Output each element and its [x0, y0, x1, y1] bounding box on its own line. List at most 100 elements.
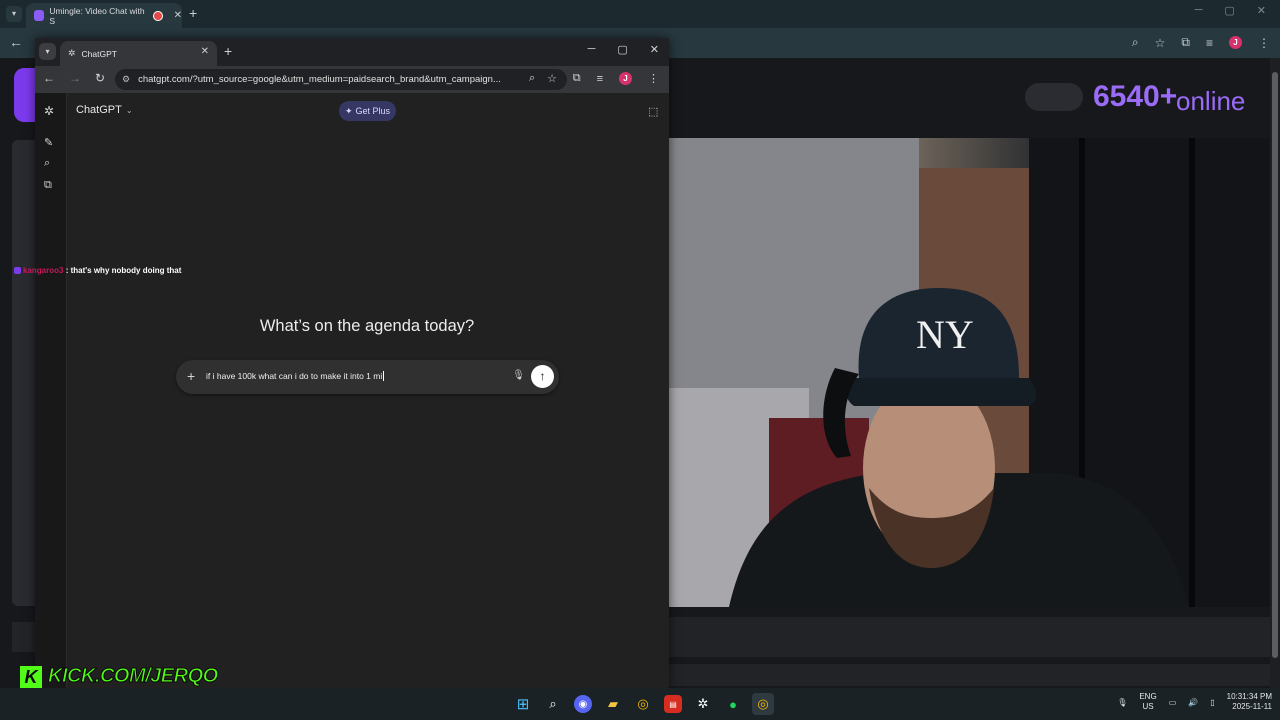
- tab-chatgpt-title: ChatGPT: [81, 48, 117, 59]
- get-plus-label: Get Plus: [355, 106, 391, 116]
- taskbar-apps: ⊞ ⌕ ◉ ▰ ◎ ▤ ✲ ● ◎: [512, 693, 774, 715]
- clock[interactable]: 10:31:34 PM 2025-11-11: [1227, 692, 1272, 712]
- spotify-icon[interactable]: ●: [722, 693, 744, 715]
- tab-umingle-title: Umingle: Video Chat with S: [49, 5, 145, 26]
- online-label: online: [1176, 86, 1246, 116]
- zoom-icon[interactable]: ⌕: [1132, 35, 1139, 50]
- recording-indicator-icon: [153, 10, 163, 21]
- left-control-panel: [12, 622, 36, 652]
- language-indicator[interactable]: ENG US: [1139, 692, 1156, 712]
- site-info-icon[interactable]: ⚙: [122, 74, 130, 85]
- chrome-active-icon[interactable]: ◎: [752, 693, 774, 715]
- system-tray: 🎙 ENG US ▭ 🔊 ▯ 10:31:34 PM 2025-11-11: [1117, 692, 1272, 712]
- streaming-app-icon[interactable]: ▤: [664, 695, 682, 713]
- volume-icon[interactable]: 🔊: [1188, 698, 1198, 707]
- tab-umingle[interactable]: Umingle: Video Chat with S ✕: [26, 3, 182, 28]
- language-line1: ENG: [1139, 692, 1157, 701]
- close-tab-icon[interactable]: ✕: [174, 10, 182, 21]
- svg-text:NY: NY: [916, 312, 974, 357]
- umingle-favicon-icon: [34, 10, 45, 21]
- chatgpt-browser-window: ▾ ✲ ChatGPT ✕ + ─ ▢ ✕ ← → ↻ ⚙ chatgpt.co…: [35, 38, 669, 688]
- model-selector[interactable]: ChatGPT ⌄: [76, 104, 133, 116]
- bookmark-star-icon[interactable]: ☆: [1155, 36, 1166, 50]
- language-line2: US: [1142, 702, 1154, 711]
- chrome-icon[interactable]: ◎: [632, 693, 654, 715]
- microphone-icon[interactable]: 🎙: [512, 370, 525, 381]
- windows-start-icon[interactable]: ⊞: [512, 693, 534, 715]
- background-toolbar-actions: ⌕ ☆ ⧉ ≡ J ⋮: [1132, 35, 1270, 50]
- back-arrow-icon[interactable]: ←: [43, 71, 55, 85]
- windows-taskbar: ⊞ ⌕ ◉ ▰ ◎ ▤ ✲ ● ◎ 🎙 ENG US ▭ 🔊 ▯ 10:31:3…: [0, 688, 1280, 720]
- new-chat-icon[interactable]: ✎: [44, 136, 53, 149]
- temporary-chat-icon[interactable]: ⬚: [648, 105, 658, 118]
- file-explorer-icon[interactable]: ▰: [602, 693, 624, 715]
- address-bar[interactable]: ⚙ chatgpt.com/?utm_source=google&utm_med…: [115, 69, 567, 90]
- chatgpt-tab-bar: ▾ ✲ ChatGPT ✕ + ─ ▢ ✕: [35, 38, 669, 66]
- prompt-input[interactable]: if i have 100k what can i do to make it …: [206, 371, 385, 381]
- webcam-video: NY: [669, 138, 1270, 607]
- prompt-input-text: if i have 100k what can i do to make it …: [206, 371, 383, 381]
- close-tab-icon[interactable]: ✕: [201, 46, 209, 57]
- umingle-logo[interactable]: [14, 68, 36, 122]
- stream-chat-message: kangaroo3 : that's why nobody doing that: [14, 266, 181, 275]
- tab-chatgpt[interactable]: ✲ ChatGPT ✕: [60, 41, 217, 66]
- minimize-icon[interactable]: ─: [588, 43, 596, 56]
- chatgpt-favicon-icon: ✲: [68, 48, 76, 58]
- address-bar-actions: ⌕ ☆: [529, 72, 557, 85]
- online-count: 6540+: [1093, 80, 1178, 113]
- background-window-controls: ─ ▢ ✕: [1195, 4, 1280, 17]
- mode-toggle[interactable]: [1025, 83, 1083, 111]
- search-icon[interactable]: ⌕: [44, 157, 50, 170]
- kick-channel-name: KICK.COM/JERQO: [48, 665, 219, 688]
- send-button[interactable]: ↑: [531, 365, 554, 388]
- minimize-icon[interactable]: ─: [1195, 4, 1203, 17]
- address-bar-url: chatgpt.com/?utm_source=google&utm_mediu…: [138, 74, 501, 85]
- zoom-icon[interactable]: ⌕: [529, 72, 535, 85]
- discord-icon[interactable]: ◉: [574, 695, 592, 713]
- network-icon[interactable]: ▭: [1169, 698, 1177, 707]
- profile-avatar[interactable]: J: [1229, 36, 1242, 49]
- reload-icon[interactable]: ↻: [95, 71, 105, 85]
- media-controls-icon[interactable]: ≡: [1206, 36, 1213, 50]
- clock-date: 2025-11-11: [1232, 702, 1272, 711]
- tab-search-dropdown-icon[interactable]: ▾: [39, 43, 56, 60]
- forward-arrow-icon[interactable]: →: [69, 71, 81, 85]
- scrollbar-thumb[interactable]: [1272, 72, 1278, 658]
- bookmark-star-icon[interactable]: ☆: [547, 72, 557, 85]
- webcam-scene: NY: [669, 138, 1270, 607]
- library-icon[interactable]: ⧉: [44, 179, 52, 192]
- text-chat-bar: [669, 664, 1270, 686]
- maximize-icon[interactable]: ▢: [617, 43, 627, 56]
- tab-search-dropdown-icon[interactable]: ▾: [6, 6, 22, 22]
- page-scrollbar[interactable]: [1270, 58, 1280, 688]
- chat-username: kangaroo3: [23, 266, 64, 275]
- chat-badge-icon: [14, 267, 21, 274]
- openai-app-icon[interactable]: ✲: [692, 693, 714, 715]
- menu-kebab-icon[interactable]: ⋮: [648, 72, 659, 85]
- chatgpt-toolbar: ← → ↻ ⚙ chatgpt.com/?utm_source=google&u…: [35, 66, 669, 93]
- get-plus-button[interactable]: ✦ Get Plus: [339, 101, 396, 121]
- close-window-icon[interactable]: ✕: [1257, 4, 1266, 17]
- profile-avatar[interactable]: J: [619, 72, 632, 85]
- chat-message-text: : that's why nobody doing that: [65, 266, 182, 275]
- prompt-composer[interactable]: + if i have 100k what can i do to make i…: [176, 360, 559, 394]
- text-caret: [383, 371, 385, 381]
- new-tab-icon[interactable]: +: [224, 43, 232, 59]
- battery-icon[interactable]: ▯: [1210, 698, 1214, 707]
- taskbar-search-icon[interactable]: ⌕: [542, 693, 564, 715]
- microphone-tray-icon[interactable]: 🎙: [1117, 698, 1127, 707]
- extensions-icon[interactable]: ⧉: [1181, 35, 1190, 50]
- extensions-icon[interactable]: ⧉: [573, 72, 581, 85]
- attach-plus-icon[interactable]: +: [187, 368, 195, 384]
- new-tab-icon[interactable]: +: [189, 5, 197, 21]
- close-window-icon[interactable]: ✕: [650, 43, 659, 56]
- maximize-icon[interactable]: ▢: [1224, 4, 1234, 17]
- media-controls-icon[interactable]: ≡: [597, 73, 603, 85]
- back-arrow-icon[interactable]: ←: [9, 34, 23, 50]
- menu-kebab-icon[interactable]: ⋮: [1258, 36, 1270, 50]
- partner-video-panel: [12, 140, 36, 606]
- openai-logo-icon[interactable]: ✲: [44, 104, 54, 118]
- chatgpt-window-controls: ─ ▢ ✕: [588, 43, 669, 56]
- clock-time: 10:31:34 PM: [1226, 692, 1272, 701]
- page-title: What’s on the agenda today?: [259, 317, 475, 335]
